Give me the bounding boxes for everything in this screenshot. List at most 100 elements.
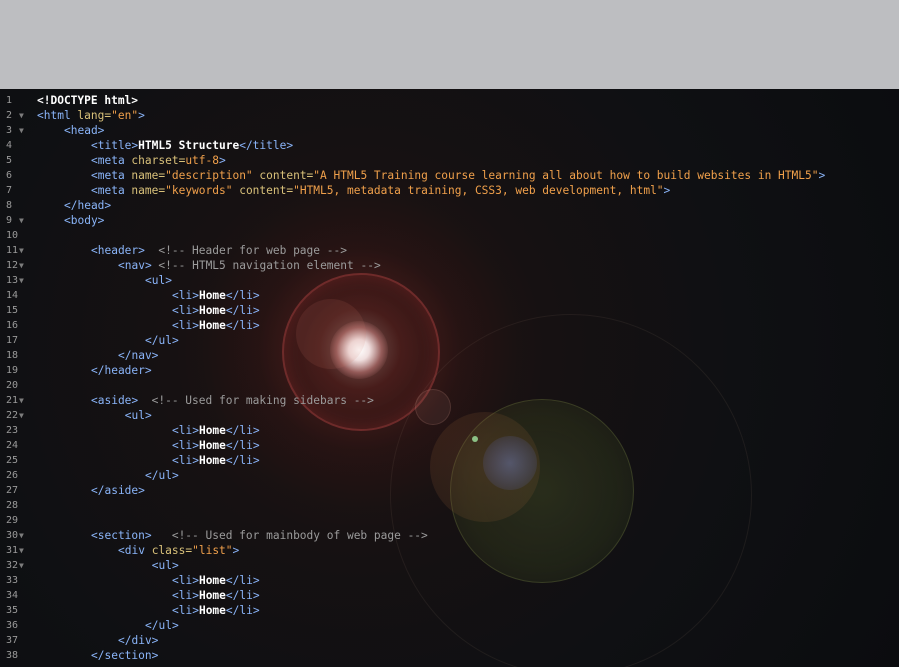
code-token: <meta	[91, 184, 132, 197]
code-token: <section>	[91, 529, 152, 542]
code-token: </div>	[118, 634, 159, 647]
code-line[interactable]: 31 ▼ <div class="list">	[0, 543, 899, 558]
code-token: </li>	[225, 424, 260, 437]
code-line[interactable]: 7 <meta name="keywords" content="HTML5, m…	[0, 183, 899, 198]
code-token: >	[818, 169, 826, 182]
code-text: <li>Home</li>	[172, 303, 260, 318]
code-token: <!-- Used for mainbody of web page -->	[151, 529, 428, 542]
code-line[interactable]: 14 <li>Home</li>	[0, 288, 899, 303]
code-text: <li>Home</li>	[172, 603, 260, 618]
code-text: </ul>	[145, 468, 179, 483]
code-token: <!-- Header for web page -->	[144, 244, 347, 257]
code-token: </ul>	[145, 334, 179, 347]
code-line[interactable]: 18 </nav>	[0, 348, 899, 363]
code-line[interactable]: 28	[0, 498, 899, 513]
code-line[interactable]: 2 ▼ <html lang="en">	[0, 108, 899, 123]
code-line[interactable]: 12 ▼ <nav> <!-- HTML5 navigation element -…	[0, 258, 899, 273]
code-text: <aside> <!-- Used for making sidebars --…	[91, 393, 374, 408]
fold-toggle-icon[interactable]: ▼	[19, 108, 24, 123]
fold-toggle-icon[interactable]: ▼	[19, 273, 24, 288]
fold-toggle-icon[interactable]: ▼	[19, 393, 24, 408]
line-number: 21	[6, 395, 19, 406]
code-editor[interactable]: 1 <!DOCTYPE html> 2 ▼ <html lang="en"> 3 ▼ <hea…	[0, 89, 899, 667]
code-token: </li>	[225, 574, 260, 587]
code-token: </title>	[239, 139, 294, 152]
code-line[interactable]: 17 </ul>	[0, 333, 899, 348]
code-text: </header>	[91, 363, 152, 378]
code-line[interactable]: 37 </div>	[0, 633, 899, 648]
code-text: <title>HTML5 Structure</title>	[91, 138, 293, 153]
code-line[interactable]: 19 </header>	[0, 363, 899, 378]
fold-toggle-icon[interactable]: ▼	[19, 408, 24, 423]
fold-toggle-icon[interactable]: ▼	[19, 123, 24, 138]
code-line[interactable]: 5 <meta charset=utf-8>	[0, 153, 899, 168]
code-line[interactable]: 4 <title>HTML5 Structure</title>	[0, 138, 899, 153]
code-line[interactable]: 3 ▼ <head>	[0, 123, 899, 138]
code-token: </ul>	[145, 619, 179, 632]
code-line[interactable]: 15 <li>Home</li>	[0, 303, 899, 318]
code-line[interactable]: 26 </ul>	[0, 468, 899, 483]
line-number: 18	[6, 350, 19, 361]
line-number: 11	[6, 245, 19, 256]
code-text: <li>Home</li>	[172, 288, 260, 303]
code-line[interactable]: 16 <li>Home</li>	[0, 318, 899, 333]
code-token: </head>	[64, 199, 112, 212]
code-line[interactable]: 13 ▼ <ul>	[0, 273, 899, 288]
line-number: 23	[6, 425, 19, 436]
code-token: </aside>	[91, 484, 145, 497]
line-number: 2	[6, 110, 13, 121]
line-number: 30	[6, 530, 19, 541]
code-line[interactable]: 24 <li>Home</li>	[0, 438, 899, 453]
code-line[interactable]: 9 ▼ <body>	[0, 213, 899, 228]
code-line[interactable]: 29	[0, 513, 899, 528]
code-token: content=	[232, 184, 294, 197]
code-token: "list"	[192, 544, 233, 557]
code-text: <html lang="en">	[37, 108, 145, 123]
fold-toggle-icon[interactable]: ▼	[19, 558, 24, 573]
code-line[interactable]: 38 </section>	[0, 648, 899, 663]
code-token: Home	[198, 454, 226, 467]
code-token: Home	[198, 604, 226, 617]
code-token: >	[232, 544, 240, 557]
line-number: 7	[6, 185, 13, 196]
code-line[interactable]: 1 <!DOCTYPE html>	[0, 93, 899, 108]
code-text: </ul>	[145, 333, 179, 348]
code-line[interactable]: 20	[0, 378, 899, 393]
code-line[interactable]: 36 </ul>	[0, 618, 899, 633]
code-line[interactable]: 23 <li>Home</li>	[0, 423, 899, 438]
line-number: 15	[6, 305, 19, 316]
code-line[interactable]: 25 <li>Home</li>	[0, 453, 899, 468]
code-text: </ul>	[145, 618, 179, 633]
fold-toggle-icon[interactable]: ▼	[19, 543, 24, 558]
line-number: 16	[6, 320, 19, 331]
code-text: <!DOCTYPE html>	[37, 93, 138, 108]
code-line[interactable]: 10	[0, 228, 899, 243]
code-line[interactable]: 11 ▼ <header> <!-- Header for web page -->	[0, 243, 899, 258]
code-token: <meta	[91, 169, 132, 182]
code-text: <li>Home</li>	[172, 453, 260, 468]
line-number: 32	[6, 560, 19, 571]
line-number: 37	[6, 635, 19, 646]
code-line[interactable]: 6 <meta name="description" content="A HTM…	[0, 168, 899, 183]
code-token: <li>	[172, 574, 199, 587]
code-text: </nav>	[118, 348, 158, 363]
code-line[interactable]: 35 <li>Home</li>	[0, 603, 899, 618]
code-line[interactable]: 22 ▼ <ul>	[0, 408, 899, 423]
code-line[interactable]: 34 <li>Home</li>	[0, 588, 899, 603]
code-line[interactable]: 32 ▼ <ul>	[0, 558, 899, 573]
code-token: <!-- Used for making sidebars -->	[138, 394, 374, 407]
fold-toggle-icon[interactable]: ▼	[19, 243, 24, 258]
fold-toggle-icon[interactable]: ▼	[19, 528, 24, 543]
code-token: "HTML5, metadata training, CSS3, web dev…	[293, 184, 664, 197]
code-line[interactable]: 30 ▼ <section> <!-- Used for mainbody of w…	[0, 528, 899, 543]
line-number: 25	[6, 455, 19, 466]
fold-toggle-icon[interactable]: ▼	[19, 213, 24, 228]
code-text: <div class="list">	[118, 543, 239, 558]
line-number: 36	[6, 620, 19, 631]
code-line[interactable]: 33 <li>Home</li>	[0, 573, 899, 588]
code-line[interactable]: 27 </aside>	[0, 483, 899, 498]
fold-toggle-icon[interactable]: ▼	[19, 258, 24, 273]
code-line[interactable]: 8 </head>	[0, 198, 899, 213]
code-text: </aside>	[91, 483, 145, 498]
code-line[interactable]: 21 ▼ <aside> <!-- Used for making sidebars…	[0, 393, 899, 408]
